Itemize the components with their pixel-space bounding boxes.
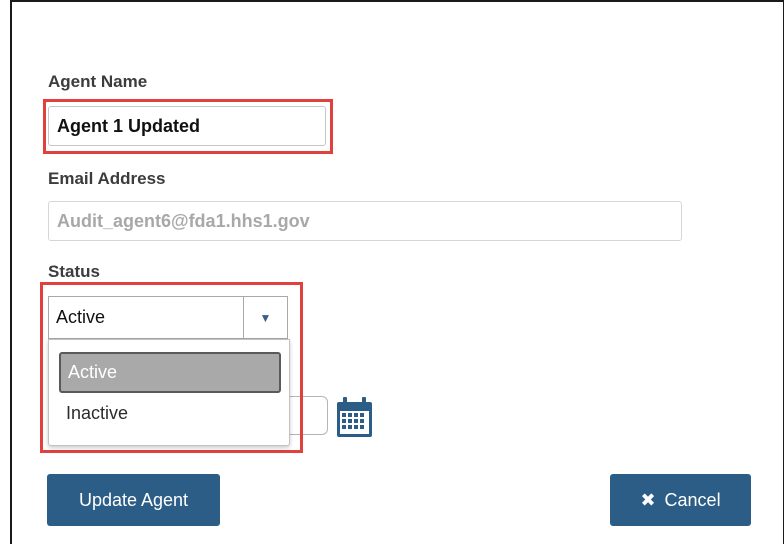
agent-name-input[interactable]: Agent 1 Updated <box>48 106 326 146</box>
status-select[interactable]: Active ▼ <box>48 296 288 339</box>
status-selected-value: Active <box>56 307 106 327</box>
email-address-label: Email Address <box>48 169 166 188</box>
status-option-inactive[interactable]: Inactive <box>66 403 128 424</box>
cancel-button[interactable]: ✖ Cancel <box>610 474 751 526</box>
status-dropdown-list: Active Inactive <box>48 339 290 446</box>
email-address-input[interactable]: Audit_agent6@fda1.hhs1.gov <box>48 201 682 241</box>
cancel-button-label: Cancel <box>664 489 721 510</box>
status-option-active[interactable]: Active <box>59 352 281 393</box>
caret-down-icon[interactable]: ▼ <box>243 297 287 338</box>
status-label: Status <box>48 262 100 281</box>
agent-name-label: Agent Name <box>48 72 148 91</box>
update-agent-button[interactable]: Update Agent <box>47 474 220 526</box>
close-icon: ✖ <box>640 489 656 510</box>
calendar-icon[interactable] <box>336 397 373 438</box>
